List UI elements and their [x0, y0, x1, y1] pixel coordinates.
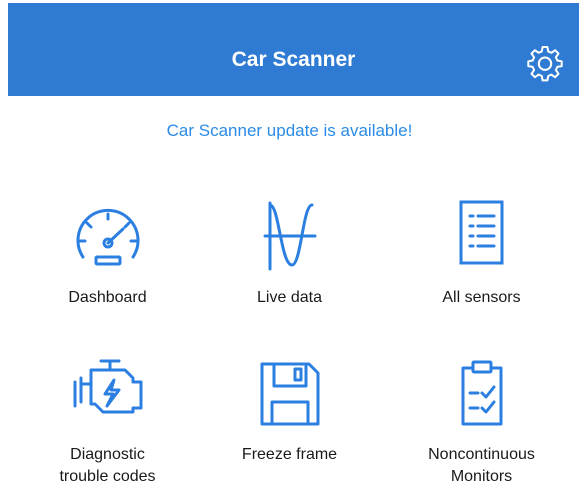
all-sensors-tile[interactable]: All sensors	[385, 199, 578, 309]
list-icon	[385, 199, 578, 271]
speedometer-icon	[11, 199, 204, 271]
noncontinuous-monitors-tile[interactable]: Noncontinuous Monitors	[385, 358, 578, 488]
dashboard-label: Dashboard	[68, 289, 147, 306]
app-header: Car Scanner	[8, 3, 579, 96]
live-data-tile[interactable]: Live data	[193, 199, 386, 309]
freeze-frame-tile[interactable]: Freeze frame	[193, 358, 386, 466]
diagnostic-trouble-codes-tile[interactable]: Diagnostic trouble codes	[11, 358, 204, 488]
all-sensors-label: All sensors	[442, 289, 521, 306]
floppy-disk-icon	[193, 358, 386, 426]
gear-icon	[527, 46, 563, 82]
live-data-label: Live data	[257, 289, 322, 306]
page-title: Car Scanner	[231, 48, 356, 71]
noncontinuous-monitors-label: Noncontinuous Monitors	[428, 446, 535, 485]
settings-button[interactable]	[526, 44, 564, 82]
waveform-icon	[193, 199, 386, 271]
clipboard-check-icon	[385, 358, 578, 426]
diagnostic-trouble-codes-label: Diagnostic trouble codes	[59, 446, 156, 485]
app-screen: Car Scanner Car Scanner update is availa…	[0, 0, 579, 493]
engine-icon	[11, 358, 204, 426]
update-available-banner[interactable]: Car Scanner update is available!	[0, 120, 579, 142]
dashboard-tile[interactable]: Dashboard	[11, 199, 204, 309]
freeze-frame-label: Freeze frame	[241, 446, 338, 463]
